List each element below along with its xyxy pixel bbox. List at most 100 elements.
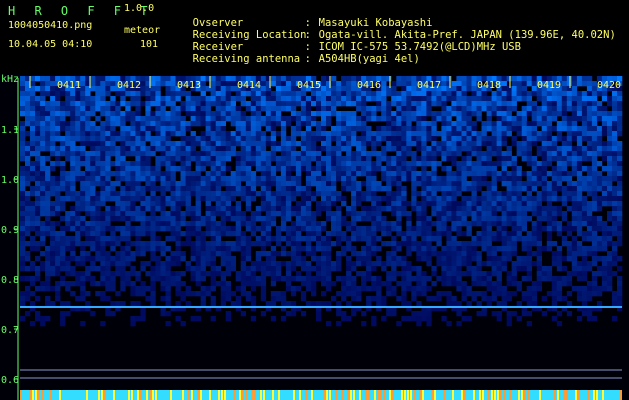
noise-cell: [230, 261, 236, 267]
noise-cell: [305, 211, 312, 217]
noise-cell: [566, 176, 573, 182]
noise-cell: [371, 276, 377, 282]
noise-cell: [25, 191, 31, 197]
noise-cell: [456, 211, 462, 217]
noise-cell: [436, 296, 442, 302]
noise-cell: [100, 281, 106, 287]
noise-cell: [526, 301, 532, 307]
noise-cell: [456, 221, 462, 227]
noise-cell: [596, 246, 603, 252]
noise-cell: [235, 236, 241, 242]
noise-cell: [341, 166, 347, 172]
noise-cell: [436, 241, 442, 247]
noise-cell: [401, 196, 407, 202]
noise-cell: [581, 216, 588, 222]
noise-cell: [576, 171, 583, 177]
noise-cell: [456, 186, 462, 192]
noise-cell: [210, 86, 216, 92]
noise-cell: [536, 251, 542, 257]
noise-cell: [265, 96, 272, 102]
noise-cell: [481, 91, 487, 97]
noise-cell: [295, 286, 302, 292]
noise-cell: [90, 196, 96, 202]
noise-cell: [596, 256, 603, 262]
noise-cell: [496, 261, 502, 267]
noise-cell: [195, 141, 201, 147]
noise-cell: [210, 116, 216, 122]
noise-cell: [180, 256, 186, 262]
noise-cell: [381, 91, 387, 97]
noise-cell: [45, 301, 51, 307]
noise-cell: [150, 111, 156, 117]
strip-bar: [488, 390, 490, 400]
noise-cell: [95, 291, 101, 297]
noise-cell: [311, 131, 317, 137]
noise-cell: [617, 141, 623, 147]
noise-cell: [230, 96, 236, 102]
noise-cell: [612, 271, 618, 277]
noise-cell: [456, 231, 462, 237]
noise-cell: [346, 86, 352, 92]
noise-cell: [441, 81, 447, 87]
noise-cell: [105, 186, 111, 192]
noise-cell: [326, 186, 332, 192]
noise-cell: [220, 221, 226, 227]
noise-cell: [591, 236, 598, 242]
noise-cell: [571, 76, 578, 82]
noise-cell: [105, 216, 111, 222]
noise-cell: [170, 121, 176, 127]
noise-cell: [85, 156, 91, 162]
noise-cell: [451, 86, 457, 92]
noise-cell: [431, 211, 437, 217]
noise-cell: [145, 206, 151, 212]
noise-cell: [431, 296, 437, 302]
noise-cell: [366, 151, 372, 157]
noise-cell: [601, 146, 608, 152]
noise-cell: [426, 261, 432, 267]
noise-cell: [571, 221, 578, 227]
noise-cell: [316, 136, 322, 142]
noise-cell: [456, 76, 462, 82]
noise-cell: [361, 161, 367, 167]
noise-cell: [145, 261, 151, 267]
noise-cell: [391, 206, 397, 212]
noise-cell: [476, 171, 482, 177]
noise-cell: [581, 206, 588, 212]
noise-cell: [541, 196, 547, 202]
noise-cell: [280, 196, 287, 202]
noise-cell: [110, 151, 116, 157]
noise-cell: [476, 161, 482, 167]
noise-cell: [135, 106, 141, 112]
noise-cell: [591, 186, 598, 192]
noise-cell: [255, 101, 262, 107]
noise-cell: [607, 116, 613, 122]
noise-cell: [270, 101, 277, 107]
noise-cell: [361, 281, 367, 287]
noise-cell: [566, 191, 573, 197]
noise-cell: [476, 206, 482, 212]
noise-cell: [581, 126, 588, 132]
noise-cell: [45, 276, 51, 282]
noise-cell: [90, 106, 96, 112]
noise-cell: [316, 206, 322, 212]
noise-cell: [85, 226, 91, 232]
noise-cell: [566, 271, 573, 277]
noise-cell: [165, 81, 171, 87]
noise-cell: [571, 126, 578, 132]
noise-cell: [30, 226, 36, 232]
noise-cell: [617, 226, 623, 232]
noise-cell: [526, 231, 532, 237]
noise-cell: [366, 91, 372, 97]
noise-cell: [451, 131, 457, 137]
noise-cell: [521, 241, 527, 247]
noise-cell: [456, 146, 462, 152]
noise-cell: [265, 271, 272, 277]
noise-cell: [321, 101, 327, 107]
noise-cell: [110, 281, 116, 287]
noise-cell: [516, 221, 522, 227]
noise-cell: [581, 291, 588, 297]
noise-cell: [245, 126, 252, 132]
noise-cell: [536, 106, 542, 112]
noise-cell: [145, 216, 151, 222]
noise-cell: [366, 226, 372, 232]
